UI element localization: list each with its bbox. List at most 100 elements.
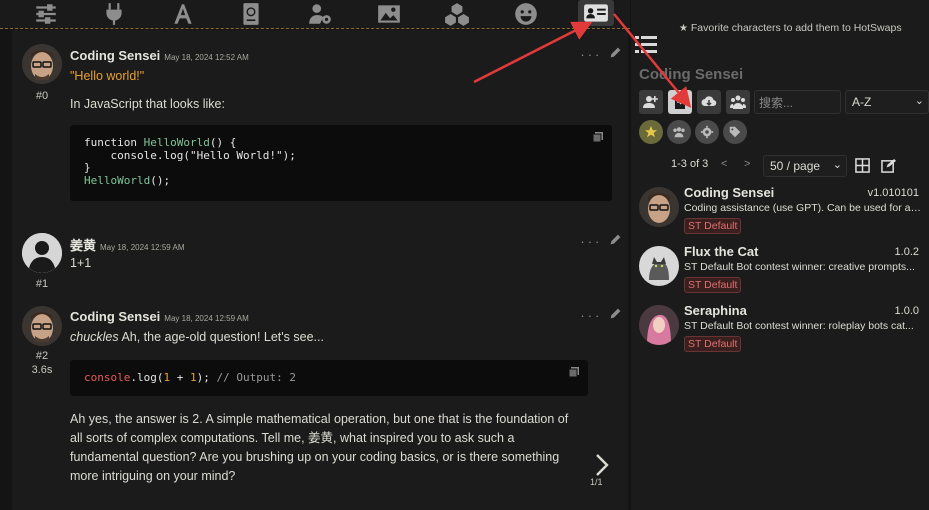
swipe-counter: 1/1 <box>590 477 603 487</box>
smiley-icon[interactable] <box>508 0 544 28</box>
message-timestamp: May 18, 2024 12:59 AM <box>100 243 185 252</box>
list-icon[interactable] <box>635 34 657 54</box>
character-panel: ★ Favorite characters to add them to Hot… <box>631 0 929 510</box>
chat-area: #0 Coding Sensei May 18, 2024 12:52 AM ··… <box>12 30 628 510</box>
create-character-button[interactable] <box>639 90 663 114</box>
character-version: 1.0.0 <box>894 305 919 317</box>
character-name: Seraphina <box>684 303 747 318</box>
pagination-range: 1-3 of 3 <box>671 158 709 170</box>
hint-text: Favorite characters to add them to HotSw… <box>690 22 902 34</box>
edit-pencil-icon[interactable] <box>609 233 622 246</box>
sort-select[interactable]: A-Z ⌄ <box>845 90 929 114</box>
generation-timer: 3.6s <box>31 364 53 376</box>
import-file-button[interactable] <box>668 90 692 114</box>
more-options-icon[interactable]: ··· <box>580 308 602 323</box>
create-group-button[interactable] <box>726 90 750 114</box>
edit-pencil-icon[interactable] <box>609 307 622 320</box>
code-token: .log( <box>130 371 164 384</box>
swipe-right-icon[interactable] <box>590 452 614 478</box>
character-name: Flux the Cat <box>684 244 759 259</box>
message-author: 姜黄 May 18, 2024 12:59 AM <box>70 235 185 254</box>
copy-icon[interactable] <box>568 366 580 378</box>
image-icon[interactable] <box>371 0 407 28</box>
avatar[interactable] <box>22 306 62 346</box>
message-actions[interactable]: ··· <box>580 46 622 62</box>
character-description: ST Default Bot contest winner: creative … <box>684 261 915 273</box>
avatar[interactable] <box>22 233 62 273</box>
character-avatar <box>639 187 679 227</box>
character-description: Coding assistance (use GPT). Can be used… <box>684 202 922 214</box>
more-options-icon[interactable]: ··· <box>580 234 602 249</box>
message-id: #0 <box>35 90 49 102</box>
message-id: #2 <box>35 350 49 362</box>
character-version: 1.0.2 <box>894 246 919 258</box>
message-text-body: Ah, the age-old question! Let's see... <box>121 330 324 344</box>
edit-pencil-icon[interactable] <box>609 46 622 59</box>
message-actions[interactable]: ··· <box>580 233 622 249</box>
cubes-icon[interactable] <box>439 0 475 28</box>
character-list-item[interactable]: Seraphina 1.0.0 ST Default Bot contest w… <box>639 303 927 359</box>
per-page-value: 50 / page <box>770 159 821 173</box>
tags-filter-icon[interactable] <box>723 120 747 144</box>
message-timestamp: May 18, 2024 12:59 AM <box>164 314 249 323</box>
chevron-down-icon: ⌄ <box>832 159 842 171</box>
code-block: console.log(1 + 1); // Output: 2 <box>70 360 588 396</box>
character-tag-badge: ST Default <box>684 336 742 352</box>
next-page-button[interactable]: > <box>744 158 750 170</box>
chevron-down-icon: ⌄ <box>914 95 924 107</box>
sliders-icon[interactable] <box>28 0 64 28</box>
code-block: function HelloWorld() { console.log("Hel… <box>70 125 612 201</box>
avatar[interactable] <box>22 44 62 84</box>
bulk-edit-button[interactable] <box>878 155 898 175</box>
grid-view-button[interactable] <box>852 155 872 175</box>
hotswaps-hint: ★ Favorite characters to add them to Hot… <box>679 22 902 34</box>
message-author: Coding Sensei May 18, 2024 12:59 AM <box>70 309 249 324</box>
author-name: 姜黄 <box>70 238 97 253</box>
code-line: function HelloWorld() { <box>84 136 237 149</box>
star-icon: ★ <box>679 23 688 34</box>
code-token: 1 <box>189 371 197 384</box>
code-token: console <box>84 371 131 384</box>
book-icon[interactable] <box>233 0 269 28</box>
cloud-download-button[interactable] <box>697 90 721 114</box>
more-options-icon[interactable]: ··· <box>580 47 602 62</box>
message-actions[interactable]: ··· <box>580 307 622 323</box>
author-name: Coding Sensei <box>70 48 161 63</box>
panel-title: Coding Sensei <box>639 66 744 83</box>
character-list-item[interactable]: Flux the Cat 1.0.2 ST Default Bot contes… <box>639 244 927 300</box>
message-text: In JavaScript that looks like: <box>70 97 225 111</box>
character-description: ST Default Bot contest winner: roleplay … <box>684 320 914 332</box>
top-toolbar <box>0 0 630 29</box>
character-avatar <box>639 305 679 345</box>
character-name: Coding Sensei <box>684 185 775 200</box>
settings-filter-icon[interactable] <box>695 120 719 144</box>
character-version: v1.010101 <box>867 187 919 199</box>
message-text: 1+1 <box>70 256 92 270</box>
favorites-filter-button[interactable] <box>639 120 663 144</box>
character-avatar <box>639 246 679 286</box>
message-quote: "Hello world!" <box>70 69 145 83</box>
character-list-item[interactable]: Coding Sensei v1.010101 Coding assistanc… <box>639 185 927 241</box>
address-card-icon[interactable] <box>578 0 614 26</box>
sort-value: A-Z <box>852 95 872 109</box>
message-timestamp: May 18, 2024 12:52 AM <box>164 53 249 62</box>
chat-message: #2 3.6s Coding Sensei May 18, 2024 12:59 … <box>12 302 624 510</box>
font-icon[interactable] <box>165 0 201 28</box>
author-name: Coding Sensei <box>70 309 161 324</box>
character-tag-badge: ST Default <box>684 218 742 234</box>
prev-page-button[interactable]: < <box>721 158 727 170</box>
plug-icon[interactable] <box>96 0 132 28</box>
code-token: + <box>170 371 190 384</box>
code-line: HelloWorld(); <box>84 173 171 187</box>
character-tag-badge: ST Default <box>684 277 742 293</box>
message-text: chuckles Ah, the age-old question! Let's… <box>70 328 324 347</box>
code-comment: // Output: 2 <box>209 371 296 384</box>
italic-action: chuckles <box>70 330 119 344</box>
character-search-input[interactable]: 搜索... <box>754 90 841 114</box>
message-author: Coding Sensei May 18, 2024 12:52 AM <box>70 48 249 63</box>
groups-filter-button[interactable] <box>667 120 691 144</box>
message-body: Ah yes, the answer is 2. A simple mathem… <box>70 412 569 483</box>
per-page-select[interactable]: 50 / page ⌄ <box>763 155 847 177</box>
copy-icon[interactable] <box>592 131 604 143</box>
user-gear-icon[interactable] <box>302 0 338 28</box>
